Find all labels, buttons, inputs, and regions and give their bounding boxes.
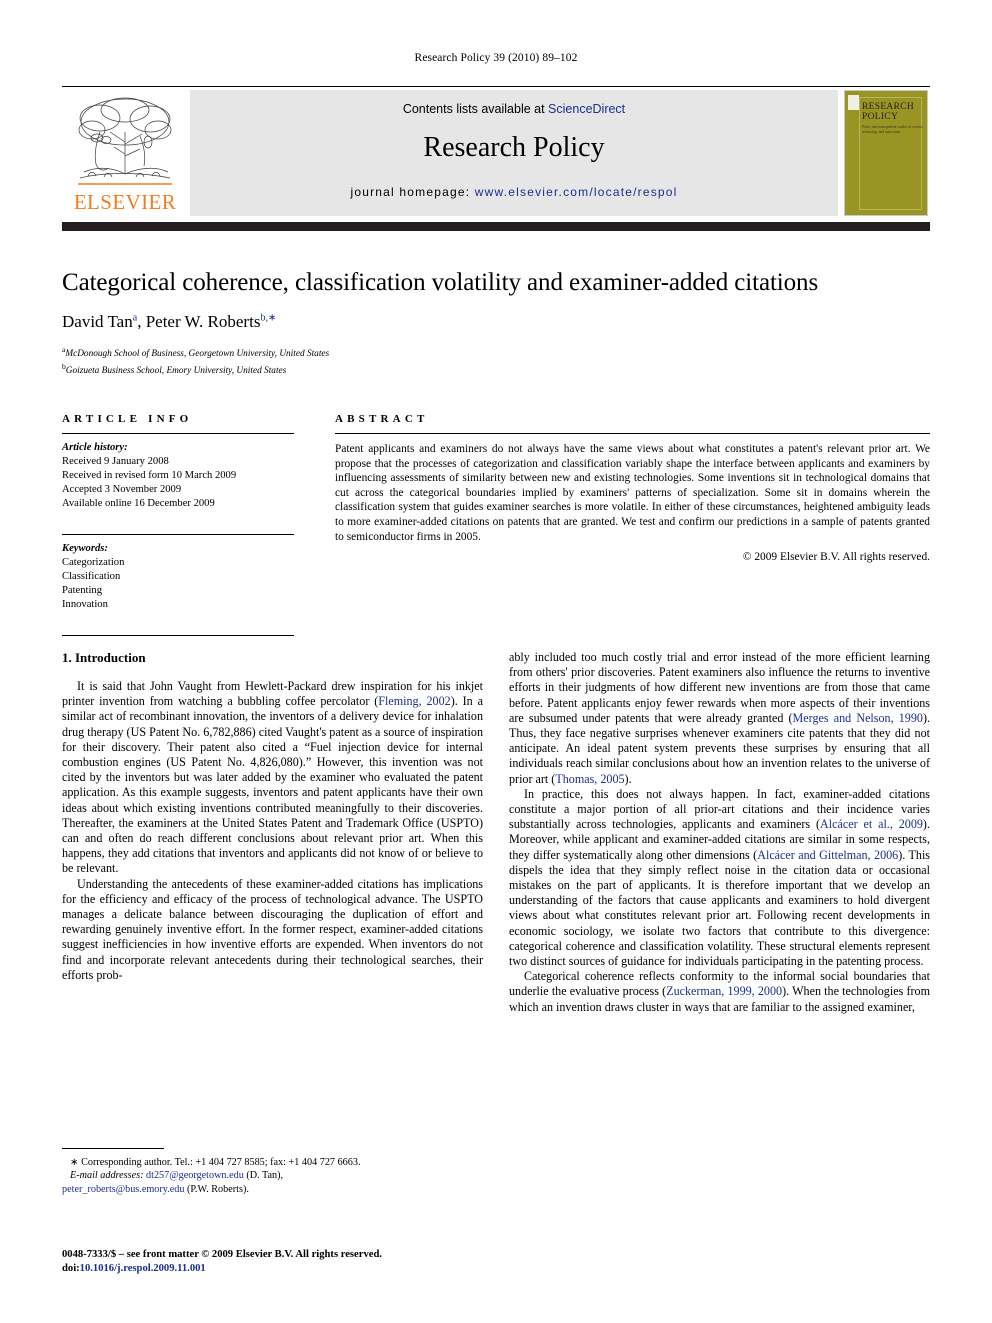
paragraph: Understanding the antecedents of these e… [62,876,483,982]
citation-link[interactable]: Alcácer et al., 2009 [820,817,923,831]
title-block: Categorical coherence, classification vo… [62,268,930,377]
cover-title: RESEARCH POLICY [862,102,915,122]
email-addresses-label: E-mail addresses: [70,1170,144,1182]
corresponding-author-note: Corresponding author. Tel.: +1 404 727 8… [81,1157,361,1169]
keyword-item: Innovation [62,599,108,610]
article-info-heading: ARTICLE INFO [62,413,193,425]
paper-page: Research Policy 39 (2010) 89–102 ELSEVIE… [0,0,992,1323]
article-history-label: Article history: [62,442,128,453]
author-1: David Tan [62,312,133,331]
paragraph-text: ). [624,771,632,786]
paragraph: ably included too much costly trial and … [509,650,930,787]
author-list: David Tana, Peter W. Robertsb,∗ [62,312,930,332]
citation-link[interactable]: Thomas, 2005 [555,772,624,786]
journal-homepage-link[interactable]: www.elsevier.com/locate/respol [475,185,678,199]
doi-label: doi: [62,1263,80,1274]
page-title: Categorical coherence, classification vo… [62,269,819,296]
contents-prefix: Contents lists available at [402,102,549,116]
affil-b-text: Goizueta Business School, Emory Universi… [65,365,287,376]
article-history-item: Available online 16 December 2009 [62,498,215,509]
article-history: Article history: Received 9 January 2008… [62,441,294,511]
citation-link[interactable]: Zuckerman, 1999, 2000 [666,984,782,998]
article-info-column: ARTICLE INFO Article history: Received 9… [62,413,294,636]
footnote-rule [62,1148,164,1150]
elsevier-wordmark: ELSEVIER [73,190,177,214]
email-owner-roberts: (P.W. Roberts). [184,1183,249,1195]
sciencedirect-link[interactable]: ScienceDirect [548,102,625,116]
keywords-rule-top [62,534,294,535]
email-owner-tan: (D. Tan), [243,1170,284,1182]
article-info-rule [62,433,294,434]
abstract-rule [335,433,930,434]
keywords-rule-bottom [62,635,294,636]
abstract-text: Patent applicants and examiners do not a… [335,443,930,543]
abstract-column: ABSTRACT Patent applicants and examiners… [335,413,930,563]
cover-subtitle: Policy and management studies of science… [862,125,924,134]
doi-line: doi:10.1016/j.respol.2009.11.001 [62,1262,522,1276]
contents-available-line: Contents lists available at ScienceDirec… [190,102,838,116]
keyword-item: Categorization [62,557,125,568]
keywords-list: Keywords: Categorization Classification … [62,542,294,612]
article-history-item: Accepted 3 November 2009 [62,484,182,495]
author-2-affil-marker[interactable]: b,∗ [260,312,276,323]
elsevier-logo: ELSEVIER [64,90,186,218]
section-heading-introduction: 1. Introduction [62,650,146,665]
keywords-label: Keywords: [62,543,108,554]
article-history-item: Received 9 January 2008 [62,456,169,467]
keyword-item: Patenting [62,585,103,596]
paragraph-text: ). In a similar act of recombinant innov… [62,694,483,876]
doi-link[interactable]: 10.1016/j.respol.2009.11.001 [80,1263,206,1274]
elsevier-tree-icon [78,97,172,185]
article-history-item: Received in revised form 10 March 2009 [62,470,237,481]
masthead-black-bar [62,222,930,231]
abstract-heading: ABSTRACT [335,413,429,425]
journal-title: Research Policy [423,132,605,163]
body-column-left: 1. Introduction It is said that John Vau… [62,650,483,983]
paragraph: Categorical coherence reflects conformit… [509,969,930,1015]
email-link-roberts[interactable]: peter_roberts@bus.emory.edu [62,1184,184,1195]
abstract-copyright: © 2009 Elsevier B.V. All rights reserved… [742,551,930,564]
keyword-item: Classification [62,571,121,582]
affiliations: aMcDonough School of Business, Georgetow… [62,344,930,377]
affil-a-text: McDonough School of Business, Georgetown… [65,349,330,360]
paragraph: In practice, this does not always happen… [509,787,930,969]
author-2: , Peter W. Roberts [137,312,261,331]
footnote-text: ∗ Corresponding author. Tel.: +1 404 727… [62,1156,483,1196]
homepage-prefix: journal homepage: [350,185,475,199]
imprint-block: 0048-7333/$ – see front matter © 2009 El… [62,1248,522,1276]
paragraph: It is said that John Vaught from Hewlett… [62,679,483,877]
citation-link[interactable]: Fleming, 2002 [378,694,450,708]
email-link-tan[interactable]: dt257@georgetown.edu [146,1170,244,1181]
info-spacer-bottom [62,612,294,628]
citation-link[interactable]: Merges and Nelson, 1990 [793,711,923,725]
front-matter-line: 0048-7333/$ – see front matter © 2009 El… [62,1249,382,1260]
running-head: Research Policy 39 (2010) 89–102 [414,52,578,64]
body-column-right: ably included too much costly trial and … [509,650,930,1015]
journal-masthead: ELSEVIER Contents lists available at Sci… [62,88,930,218]
footnote-block: ∗ Corresponding author. Tel.: +1 404 727… [62,1148,483,1196]
journal-cover-thumbnail: RESEARCH POLICY Policy and management st… [844,90,928,216]
journal-homepage-line: journal homepage: www.elsevier.com/locat… [190,185,838,199]
citation-link[interactable]: Alcácer and Gittelman, 2006 [757,848,898,862]
masthead-band: Contents lists available at ScienceDirec… [190,90,838,216]
paragraph-text: ). This dispels the idea that they simpl… [509,847,931,969]
footnote-marker: ∗ [70,1157,79,1169]
cover-publisher-badge-icon [848,95,859,110]
